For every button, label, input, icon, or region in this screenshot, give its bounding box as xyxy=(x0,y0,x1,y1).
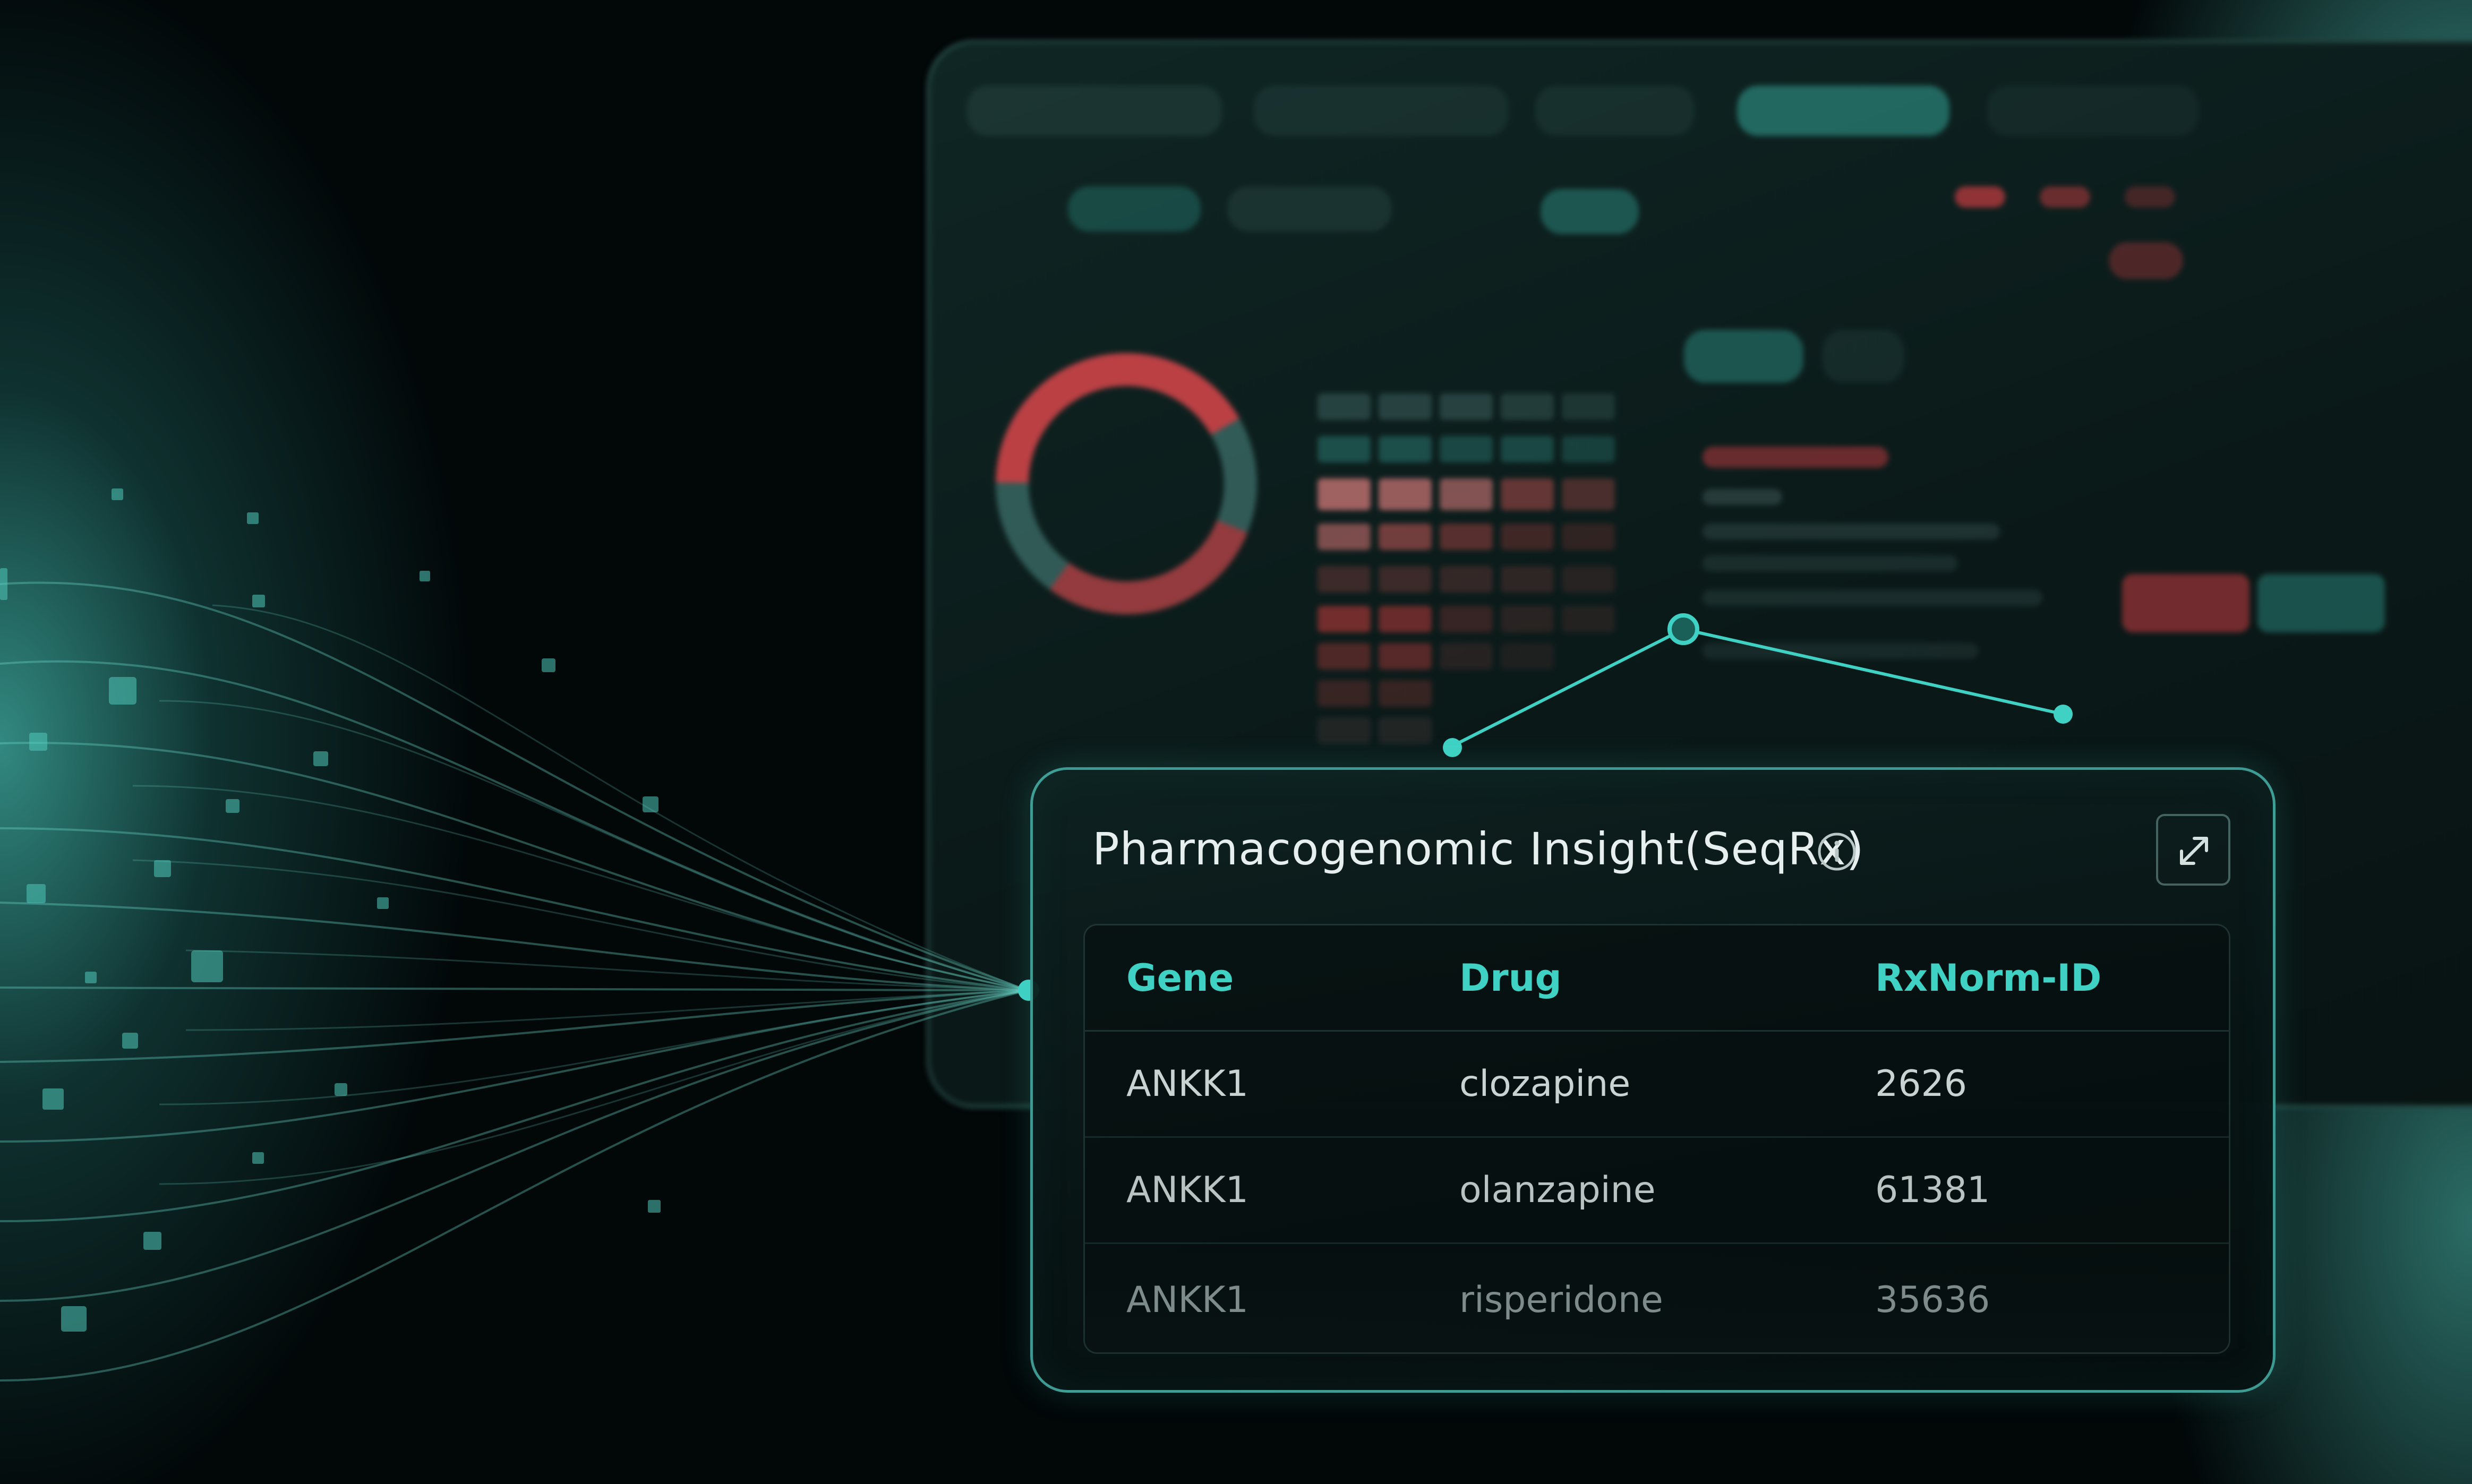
expand-icon xyxy=(2180,837,2208,865)
cell-gene: ANKK1 xyxy=(1126,1279,1248,1321)
card-title: Pharmacogenomic Insight(SeqRx) xyxy=(1092,823,1864,875)
column-header-rxnorm-id[interactable]: RxNorm-ID xyxy=(1875,925,2101,1030)
cell-gene: ANKK1 xyxy=(1126,1169,1248,1211)
cell-rxnorm-id: 61381 xyxy=(1875,1169,1990,1211)
drug-gene-table: Gene Drug RxNorm-ID ANKK1 clozapine 2626… xyxy=(1083,924,2230,1354)
table-row[interactable]: ANKK1 clozapine 2626 xyxy=(1085,1032,2229,1138)
column-header-drug[interactable]: Drug xyxy=(1459,925,1562,1030)
table-row[interactable]: ANKK1 olanzapine 61381 xyxy=(1085,1138,2229,1244)
cell-drug: clozapine xyxy=(1459,1063,1631,1105)
cell-rxnorm-id: 2626 xyxy=(1875,1063,1968,1105)
cell-gene: ANKK1 xyxy=(1126,1063,1248,1105)
expand-button[interactable] xyxy=(2156,814,2230,886)
cell-drug: olanzapine xyxy=(1459,1169,1656,1211)
pharmacogenomic-insight-card: Pharmacogenomic Insight(SeqRx) Gene Drug xyxy=(1030,767,2276,1393)
info-icon[interactable] xyxy=(1816,831,1858,872)
cell-drug: risperidone xyxy=(1459,1279,1663,1321)
table-header-row: Gene Drug RxNorm-ID xyxy=(1085,925,2229,1032)
column-header-gene[interactable]: Gene xyxy=(1126,925,1234,1030)
cell-rxnorm-id: 35636 xyxy=(1875,1279,1990,1321)
scene-background: Pharmacogenomic Insight(SeqRx) Gene Drug xyxy=(0,0,2472,1484)
table-row[interactable]: ANKK1 risperidone 35636 xyxy=(1085,1244,2229,1352)
